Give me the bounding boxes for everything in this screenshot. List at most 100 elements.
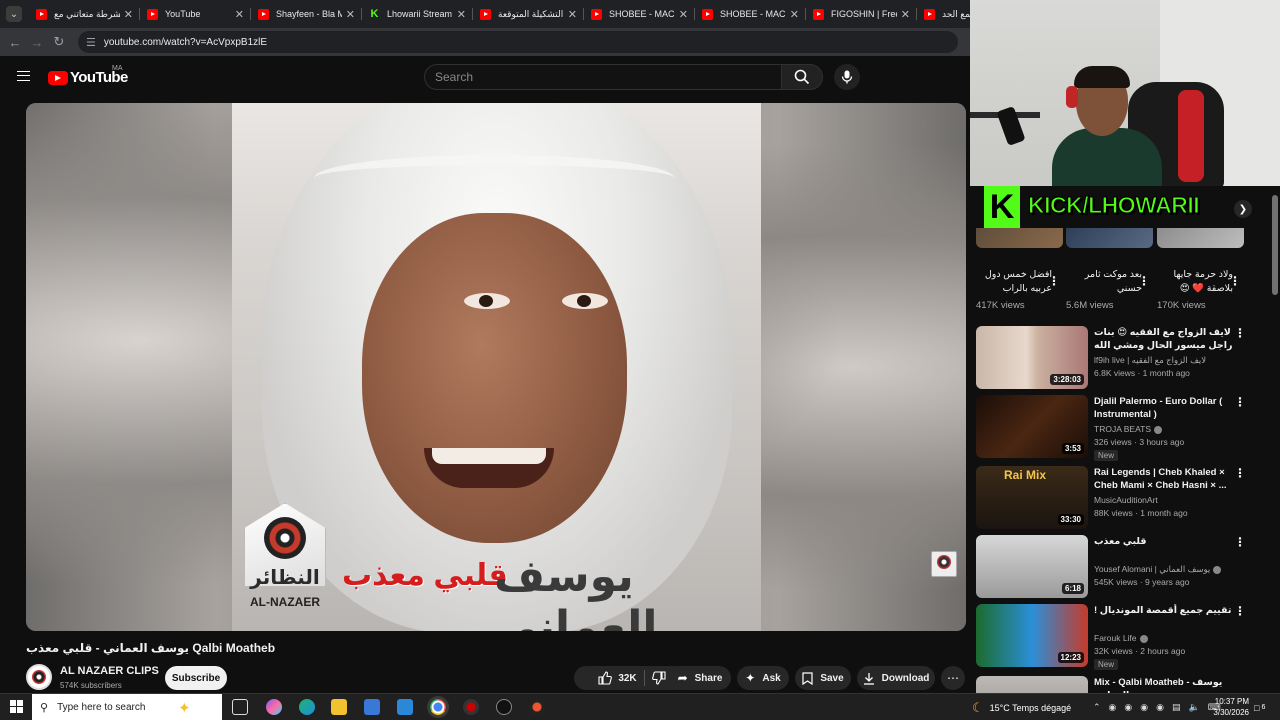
close-tab-icon[interactable]: ✕ bbox=[457, 8, 466, 21]
short-more-icon[interactable]: ⋮ bbox=[1048, 274, 1060, 288]
tab-title: الشرطة متعاتني مع bbox=[54, 8, 120, 19]
browser-tab[interactable]: FIGOSHIN | Frees ✕ bbox=[805, 0, 916, 28]
recommendation-title[interactable]: لايف الزواج مع الفقيه 😍 بنات راجل ميسور … bbox=[1094, 326, 1244, 352]
task-view-icon[interactable] bbox=[232, 699, 248, 715]
edge-icon[interactable] bbox=[299, 699, 315, 715]
back-arrow-icon[interactable]: ← bbox=[4, 35, 26, 50]
tray-app-icon[interactable]: ◉ bbox=[1124, 702, 1132, 713]
more-vertical-icon[interactable]: ⋮ bbox=[1234, 466, 1246, 480]
more-vertical-icon[interactable]: ⋮ bbox=[1234, 535, 1246, 549]
short-title[interactable]: افضل خمس دول عربيه بالراب bbox=[976, 268, 1052, 296]
close-tab-icon[interactable]: ✕ bbox=[568, 8, 577, 21]
recommendation-title[interactable]: Djalil Palermo - Euro Dollar ( Instrumen… bbox=[1094, 395, 1244, 421]
chrome-icon[interactable] bbox=[430, 699, 446, 715]
recommendation-thumbnail[interactable]: 12:23 bbox=[976, 604, 1088, 667]
channel-avatar[interactable] bbox=[26, 664, 52, 690]
recommendation-item[interactable]: 3:53 Djalil Palermo - Euro Dollar ( Instr… bbox=[976, 395, 1266, 461]
share-button[interactable]: ➦ Share bbox=[669, 666, 731, 690]
channel-watermark-icon[interactable] bbox=[931, 551, 957, 577]
notification-center[interactable]: □ 6 bbox=[1254, 694, 1265, 720]
recommendation-channel[interactable]: MusicAuditionArt bbox=[1094, 495, 1244, 505]
recorder-icon[interactable] bbox=[529, 699, 545, 715]
browser-tab[interactable]: الشرطة متعاتني مع ✕ bbox=[28, 0, 139, 28]
recommendation-thumbnail[interactable]: 3:53 bbox=[976, 395, 1088, 458]
recommendation-item[interactable]: 6:18 قلبي معذب Yousef Alomani | يوسف العما… bbox=[976, 535, 1266, 599]
save-button[interactable]: Save bbox=[795, 666, 851, 690]
short-title[interactable]: ولاد حرمة جايها بلاصقة ❤️ 😍 bbox=[1157, 268, 1234, 296]
short-more-icon[interactable]: ⋮ bbox=[1229, 274, 1241, 288]
close-tab-icon[interactable]: ✕ bbox=[901, 8, 910, 21]
obs-icon[interactable] bbox=[463, 699, 479, 715]
close-tab-icon[interactable]: ✕ bbox=[679, 8, 688, 21]
like-button[interactable]: 32K bbox=[598, 671, 637, 685]
recommendation-title[interactable]: تقييم جميع أقمصة المونديال ! bbox=[1094, 604, 1244, 630]
more-vertical-icon[interactable]: ⋮ bbox=[1234, 326, 1246, 340]
site-settings-icon[interactable]: ☰ bbox=[86, 36, 96, 49]
recommendation-title[interactable]: Rai Legends | Cheb Khaled × Cheb Mami × … bbox=[1094, 466, 1244, 492]
download-button[interactable]: Download bbox=[857, 666, 935, 690]
browser-tab[interactable]: التشكيلة المتوقعة ✕ bbox=[472, 0, 583, 28]
reload-icon[interactable]: ↻ bbox=[48, 34, 70, 50]
thumbs-down-icon[interactable] bbox=[651, 671, 666, 685]
browser-tab-strip: ⌄ الشرطة متعاتني مع ✕ YouTube ✕ Shayfeen - B… bbox=[0, 0, 970, 28]
youtube-logo[interactable]: YouTube MA bbox=[48, 65, 128, 86]
tray-app-icon[interactable]: ◉ bbox=[1140, 702, 1148, 713]
browser-tab[interactable]: Shayfeen - Bla M ✕ bbox=[250, 0, 361, 28]
channel-name: lf9ih live | لايف الزواج مع الفقيه bbox=[1094, 355, 1207, 365]
subscribe-button[interactable]: Subscribe bbox=[165, 666, 227, 690]
hamburger-menu-icon[interactable] bbox=[17, 71, 30, 81]
browser-tab[interactable]: اسمع الحد bbox=[916, 0, 970, 28]
channel-name[interactable]: AL NAZAER CLIPS bbox=[60, 665, 159, 677]
recommendation-channel[interactable]: Farouk Life bbox=[1094, 633, 1244, 643]
voice-search-button[interactable] bbox=[834, 64, 860, 90]
youtube-icon bbox=[924, 8, 935, 20]
short-more-icon[interactable]: ⋮ bbox=[1138, 274, 1150, 288]
recommendation-thumbnail[interactable]: Rai Mix 33:30 bbox=[976, 466, 1088, 529]
recommendation-item[interactable]: 12:23 تقييم جميع أقمصة المونديال ! Farouk … bbox=[976, 604, 1266, 670]
close-tab-icon[interactable]: ✕ bbox=[124, 8, 133, 21]
recommendation-channel[interactable]: Yousef Alomani | يوسف العماني bbox=[1094, 564, 1244, 575]
short-title[interactable]: بعد موكت ثامر حسني bbox=[1066, 268, 1142, 296]
search-input[interactable] bbox=[435, 70, 781, 84]
close-tab-icon[interactable]: ✕ bbox=[235, 8, 244, 21]
tray-chevron-icon[interactable]: ⌃ bbox=[1093, 702, 1101, 713]
tray-app-icon[interactable]: ◉ bbox=[1156, 702, 1164, 713]
tray-app-icon[interactable]: ◉ bbox=[1109, 702, 1117, 713]
address-bar[interactable]: ☰ youtube.com/watch?v=AcVpxpB1zlE bbox=[78, 31, 958, 53]
recommendation-item[interactable]: Rai Mix 33:30 Rai Legends | Cheb Khaled × … bbox=[976, 466, 1266, 530]
recommendation-item[interactable]: 3:28:03 لايف الزواج مع الفقيه 😍 بنات راجل… bbox=[976, 326, 1266, 390]
browser-tab[interactable]: K Lhowarii Stream ✕ bbox=[361, 0, 472, 28]
thumbs-up-icon bbox=[598, 671, 613, 685]
close-tab-icon[interactable]: ✕ bbox=[790, 8, 799, 21]
search-button[interactable] bbox=[781, 64, 823, 90]
more-vertical-icon[interactable]: ⋮ bbox=[1234, 604, 1246, 618]
windows-start-icon[interactable] bbox=[10, 700, 23, 713]
file-explorer-icon[interactable] bbox=[331, 699, 347, 715]
more-vertical-icon[interactable]: ⋮ bbox=[1234, 395, 1246, 409]
tab-search-menu-icon[interactable]: ⌄ bbox=[6, 6, 22, 22]
taskbar-search[interactable]: ⚲ Type here to search ✦ bbox=[32, 694, 222, 720]
recommendation-title[interactable]: قلبي معذب bbox=[1094, 535, 1244, 561]
ask-button[interactable]: ✦ Ask bbox=[737, 666, 789, 690]
forward-arrow-icon[interactable]: → bbox=[26, 35, 48, 50]
store-icon[interactable] bbox=[364, 699, 380, 715]
sidebar-scrollbar[interactable] bbox=[1272, 195, 1278, 295]
close-tab-icon[interactable]: ✕ bbox=[346, 8, 355, 21]
copilot-icon[interactable] bbox=[266, 699, 282, 715]
app-4k-icon[interactable] bbox=[496, 699, 512, 715]
recommendation-channel[interactable]: TROJA BEATS bbox=[1094, 424, 1244, 434]
recommendation-thumbnail[interactable]: 3:28:03 bbox=[976, 326, 1088, 389]
settings-app-icon[interactable] bbox=[397, 699, 413, 715]
network-icon[interactable]: ▤ bbox=[1172, 702, 1181, 713]
recommendation-thumbnail[interactable]: 6:18 bbox=[976, 535, 1088, 598]
recommendation-channel[interactable]: lf9ih live | لايف الزواج مع الفقيه bbox=[1094, 355, 1244, 366]
country-code: MA bbox=[112, 65, 123, 72]
shorts-next-chevron-icon[interactable]: ❯ bbox=[1234, 200, 1252, 218]
browser-tab[interactable]: YouTube ✕ bbox=[139, 0, 250, 28]
more-actions-button[interactable]: ⋯ bbox=[941, 666, 965, 690]
video-player[interactable]: النظائر AL-NAZAER قلبي معذب يوسف العماني bbox=[26, 103, 966, 631]
browser-tab[interactable]: SHOBEE - MACHI ✕ bbox=[583, 0, 694, 28]
weather-widget[interactable]: ☾ 15°C Temps dégagé bbox=[972, 694, 1071, 720]
browser-tab[interactable]: SHOBEE - MACHI ✕ bbox=[694, 0, 805, 28]
taskbar-clock[interactable]: 10:37 PM 3/30/2026 bbox=[1199, 696, 1249, 718]
